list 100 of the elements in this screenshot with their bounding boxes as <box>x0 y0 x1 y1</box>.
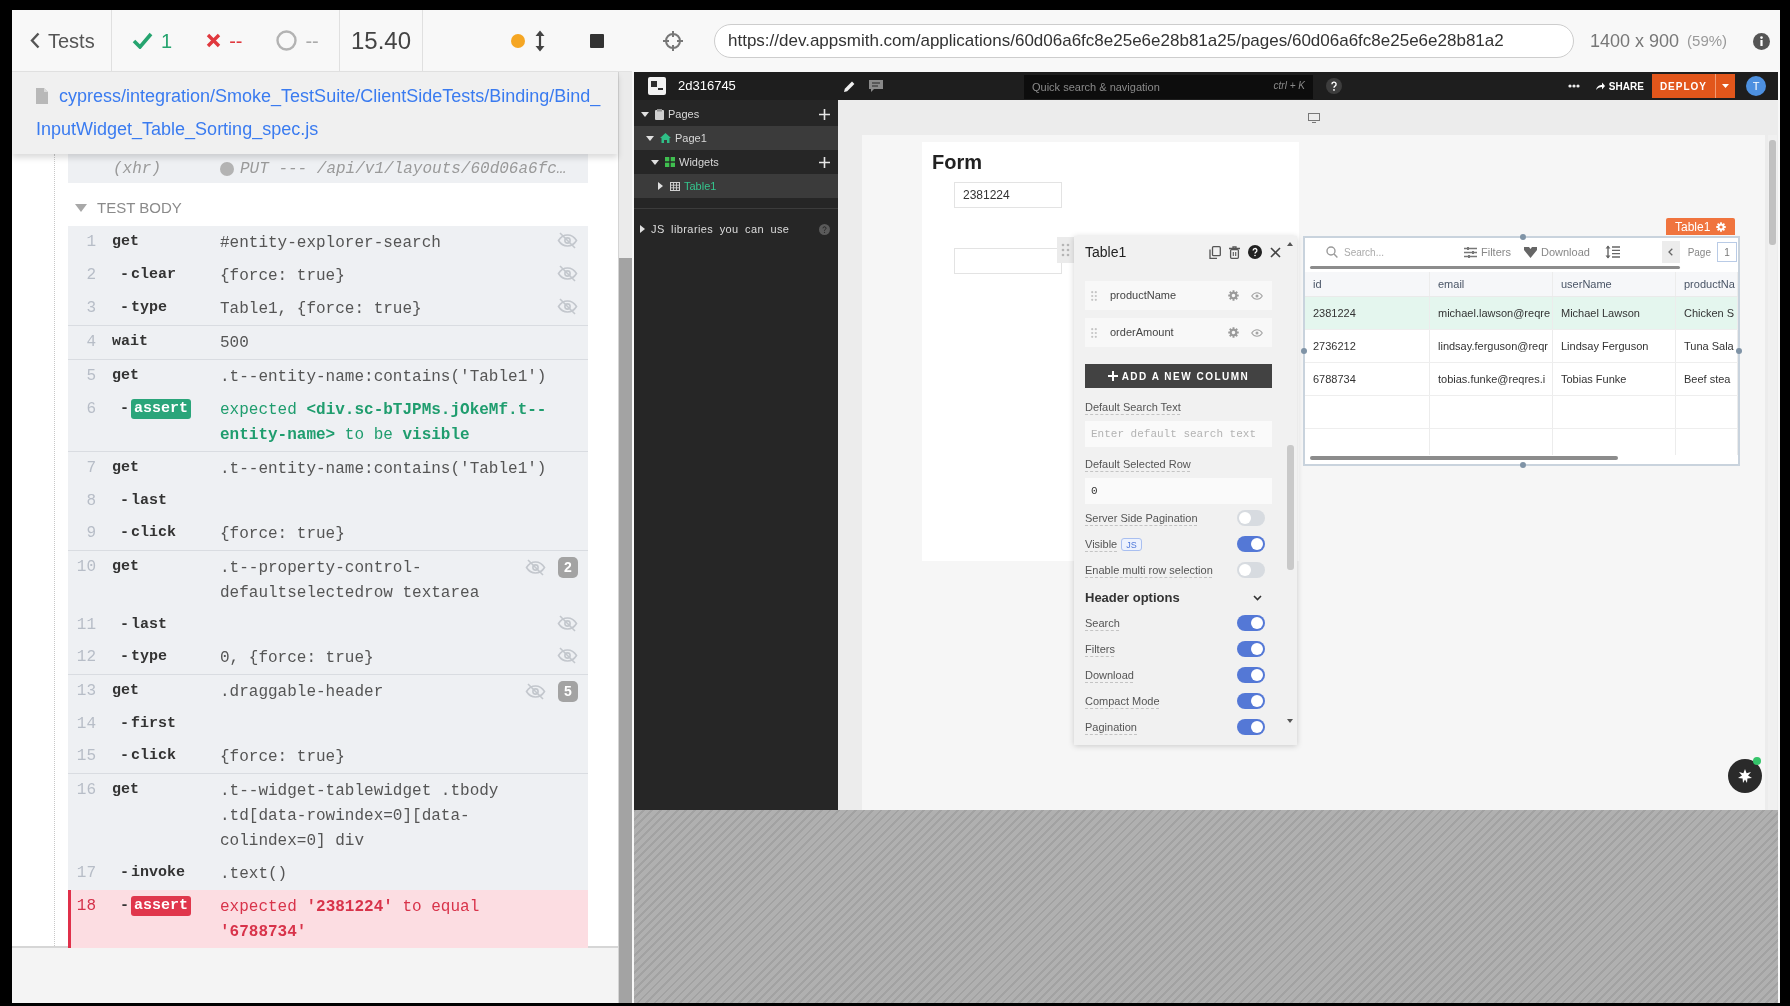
add-icon[interactable] <box>819 108 830 120</box>
resize-handle-icon[interactable] <box>1736 348 1742 354</box>
row-height-icon[interactable] <box>1604 245 1620 259</box>
resize-handle-icon[interactable] <box>1301 348 1307 354</box>
column-name[interactable]: productName <box>1110 287 1177 304</box>
explorer-item[interactable]: Widgets <box>634 150 838 174</box>
url-field[interactable]: https://dev.appsmith.com/applications/60d06a6fc8e25e6e28b81a25/pages/60d06a6fc8e25e6e28b81a2 <box>714 24 1574 58</box>
crosshair-icon[interactable] <box>662 30 684 52</box>
help-icon[interactable] <box>1326 78 1342 94</box>
command-row[interactable]: 18 - assert expected '2381224' to equal '6788734' <box>68 890 588 948</box>
close-icon[interactable] <box>1270 246 1281 258</box>
child-marker: - <box>120 896 129 916</box>
info-icon[interactable] <box>1753 32 1770 50</box>
section-toggle[interactable]: TEST BODY <box>68 196 182 220</box>
copy-icon[interactable] <box>1209 245 1221 259</box>
js-tag[interactable]: JS <box>1121 537 1142 551</box>
column-header[interactable]: email <box>1438 275 1465 293</box>
chevron-left-icon <box>1668 248 1674 256</box>
dot-icon <box>220 161 234 176</box>
command-message: .t--widget-tablewidget .tbody .td[data-rowindex=0][data-colindex=0] div <box>220 782 499 850</box>
toggle-switch[interactable] <box>1237 536 1265 552</box>
previous-page-button[interactable] <box>1661 241 1680 263</box>
explorer-item[interactable]: Table1 <box>634 174 838 198</box>
toggle-switch[interactable] <box>1237 693 1265 709</box>
help-icon[interactable] <box>1248 245 1262 259</box>
eye-icon[interactable] <box>1251 328 1263 337</box>
scrollbar[interactable] <box>618 72 632 1003</box>
column-name[interactable]: orderAmount <box>1110 324 1174 341</box>
command-name: first <box>131 714 177 734</box>
gear-icon <box>1716 221 1727 232</box>
command-name: get <box>112 232 139 252</box>
command-name: last <box>131 615 168 635</box>
command-name: invoke <box>131 863 186 883</box>
table-cell-text: Lindsay Ferguson <box>1561 338 1649 354</box>
column-header[interactable]: userName <box>1561 275 1612 293</box>
add-column-button[interactable]: ADD A NEW COLUMN <box>1085 364 1272 388</box>
column-header[interactable]: id <box>1313 275 1322 293</box>
toggle-switch[interactable] <box>1237 719 1265 735</box>
page-number-field[interactable]: 1 <box>1717 242 1737 262</box>
monitor-icon[interactable] <box>1307 112 1320 123</box>
gear-icon[interactable] <box>1228 290 1239 301</box>
back-to-tests-link[interactable]: Tests <box>12 10 112 71</box>
pane-title[interactable]: Table1 <box>1085 241 1127 263</box>
command-message: Table1, {force: true} <box>220 300 422 318</box>
gear-icon[interactable] <box>1228 327 1239 338</box>
eye-icon[interactable] <box>1251 291 1263 300</box>
property-input[interactable]: Enter default search text <box>1085 421 1272 447</box>
column-header[interactable]: productNa <box>1684 275 1735 293</box>
toggle-switch[interactable] <box>1237 615 1265 631</box>
plus-icon <box>1107 371 1118 381</box>
child-marker: - <box>120 746 129 766</box>
floating-action-button[interactable] <box>1728 759 1762 793</box>
failed-count: -- <box>229 28 243 54</box>
drag-handle-icon[interactable] <box>1091 327 1097 338</box>
toggle-switch[interactable] <box>1237 562 1265 578</box>
scrollbar[interactable] <box>1310 266 1680 269</box>
section-header[interactable]: Header options <box>1085 586 1272 610</box>
comment-icon[interactable] <box>869 80 883 92</box>
text-input[interactable] <box>954 248 1062 274</box>
table-cell-text: Tobias Funke <box>1561 371 1627 387</box>
table-cell-text: 2736212 <box>1313 338 1356 354</box>
explorer-item[interactable]: Pages <box>634 102 838 126</box>
app-logo-icon[interactable] <box>648 77 666 95</box>
home-icon <box>660 133 671 143</box>
file-icon <box>36 88 48 104</box>
up-down-arrow-icon[interactable] <box>535 29 545 52</box>
table-row[interactable]: 6788734 tobias.funke@reqres.i Tobias Funke Beef stea <box>1305 363 1738 396</box>
toggle-switch[interactable] <box>1237 510 1265 526</box>
table-row[interactable]: 2736212 lindsay.ferguson@reqr Lindsay Ferguson Tuna Sala <box>1305 330 1738 363</box>
grid-icon <box>665 157 675 167</box>
share-button[interactable]: SHARE <box>1595 78 1644 94</box>
scrollbar[interactable] <box>1310 456 1618 460</box>
app-name[interactable]: 2d316745 <box>678 76 736 96</box>
command-message: .t--entity-name:contains('Table1') <box>220 368 547 386</box>
drag-handle-icon[interactable] <box>1091 290 1097 301</box>
pencil-icon[interactable] <box>844 80 855 92</box>
download-button[interactable]: Download <box>1523 243 1590 261</box>
property-input[interactable]: 0 <box>1085 478 1272 504</box>
filter-button[interactable]: Filters <box>1464 243 1511 261</box>
text-input[interactable]: 2381224 <box>954 182 1062 208</box>
toggle-switch[interactable] <box>1237 667 1265 683</box>
table-search-field[interactable]: Search... <box>1344 244 1452 260</box>
page-label: Page <box>1687 245 1711 260</box>
explorer-item[interactable]: Page1 <box>634 126 838 150</box>
drag-handle-icon[interactable] <box>1057 237 1074 263</box>
more-icon[interactable] <box>1567 84 1580 88</box>
property-label: Default Selected Row <box>1085 457 1191 471</box>
command-name: get <box>112 557 139 577</box>
add-icon[interactable] <box>819 156 830 168</box>
stop-icon[interactable] <box>590 33 604 48</box>
resize-handle-icon[interactable] <box>1520 234 1526 240</box>
resize-handle-icon[interactable] <box>1520 462 1526 468</box>
table-row[interactable]: 2381224 michael.lawson@reqre Michael Lawson Chicken S <box>1305 297 1738 330</box>
scrollbar[interactable] <box>1768 135 1777 810</box>
command-message: PUT --- /api/v1/layouts/60d06a6fc… <box>240 158 567 180</box>
table-cell-text: Chicken S <box>1684 305 1735 321</box>
delete-icon[interactable] <box>1229 245 1240 259</box>
deploy-button[interactable]: DEPLOY <box>1651 74 1735 98</box>
explorer-item[interactable]: JS libraries you can use <box>634 218 838 240</box>
toggle-switch[interactable] <box>1237 641 1265 657</box>
